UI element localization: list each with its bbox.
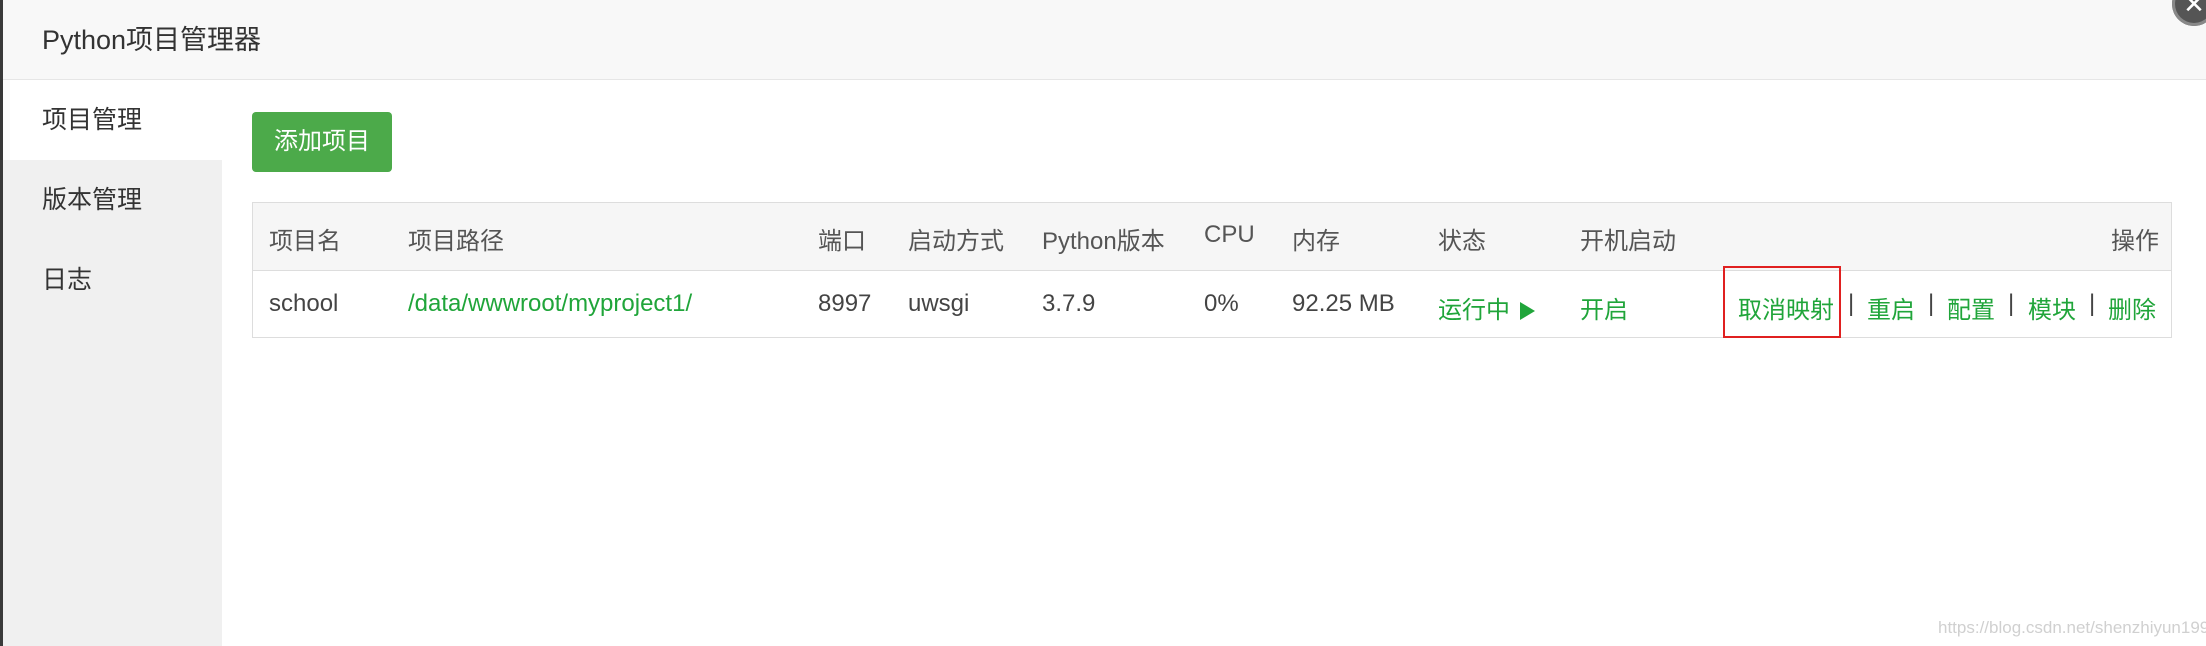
sidebar-item-project-management[interactable]: 项目管理 — [3, 80, 222, 160]
header-port: 端口 — [818, 228, 866, 255]
sidebar-item-label: 项目管理 — [42, 106, 143, 134]
action-separator: | — [2089, 290, 2096, 317]
autostart-toggle[interactable]: 开启 — [1580, 290, 1628, 325]
sidebar-item-logs[interactable]: 日志 — [3, 240, 222, 320]
project-path-link[interactable]: /data/wwwroot/myproject1/ — [408, 290, 692, 318]
python-project-manager-dialog: Python项目管理器 项目管理 版本管理 日志 添加项目 项目名 项目路径 端… — [3, 0, 2206, 646]
add-project-button[interactable]: 添加项目 — [252, 112, 392, 172]
sidebar: 项目管理 版本管理 日志 — [3, 80, 222, 646]
action-separator: | — [1928, 290, 1935, 317]
status-label: 运行中 — [1438, 297, 1510, 324]
sidebar-item-label: 版本管理 — [42, 186, 143, 214]
cpu-cell: 0% — [1204, 290, 1239, 317]
play-icon — [1520, 302, 1535, 320]
watermark-text: https://blog.csdn.net/shenzhiyun1999 — [1938, 618, 2206, 637]
table-row: school /data/wwwroot/myproject1/ 8997 uw… — [253, 270, 2171, 337]
header-memory: 内存 — [1292, 228, 1340, 255]
header-start-mode: 启动方式 — [908, 228, 1004, 255]
sidebar-item-version-management[interactable]: 版本管理 — [3, 160, 222, 240]
header-cpu: CPU — [1204, 221, 1255, 248]
memory-cell: 92.25 MB — [1292, 290, 1395, 317]
dialog-title: Python项目管理器 — [42, 25, 262, 55]
dialog-titlebar: Python项目管理器 — [3, 0, 2206, 80]
action-separator: | — [2008, 290, 2015, 317]
header-status: 状态 — [1438, 228, 1486, 255]
sidebar-item-label: 日志 — [42, 266, 93, 294]
restart-action-link[interactable]: 重启 — [1867, 290, 1915, 325]
delete-action-link[interactable]: 删除 — [2108, 290, 2156, 325]
start-mode-cell: uwsgi — [908, 290, 970, 317]
project-name-cell: school — [269, 290, 339, 317]
header-actions: 操作 — [2111, 228, 2159, 255]
action-separator: | — [1848, 290, 1855, 317]
unmap-highlight-annotation — [1723, 266, 1841, 338]
table-header: 项目名 项目路径 端口 启动方式 Python版本 CPU 内存 状态 开机启动… — [253, 203, 2171, 271]
header-project-path: 项目路径 — [408, 228, 504, 255]
header-project-name: 项目名 — [269, 228, 341, 255]
status-toggle[interactable]: 运行中 — [1438, 290, 1535, 325]
header-autostart: 开机启动 — [1580, 228, 1676, 255]
modules-action-link[interactable]: 模块 — [2028, 290, 2076, 325]
projects-table: 项目名 项目路径 端口 启动方式 Python版本 CPU 内存 状态 开机启动… — [252, 202, 2172, 338]
config-action-link[interactable]: 配置 — [1947, 290, 1995, 325]
header-python-version: Python版本 — [1042, 228, 1165, 255]
port-cell: 8997 — [818, 290, 872, 317]
python-version-cell: 3.7.9 — [1042, 290, 1096, 317]
